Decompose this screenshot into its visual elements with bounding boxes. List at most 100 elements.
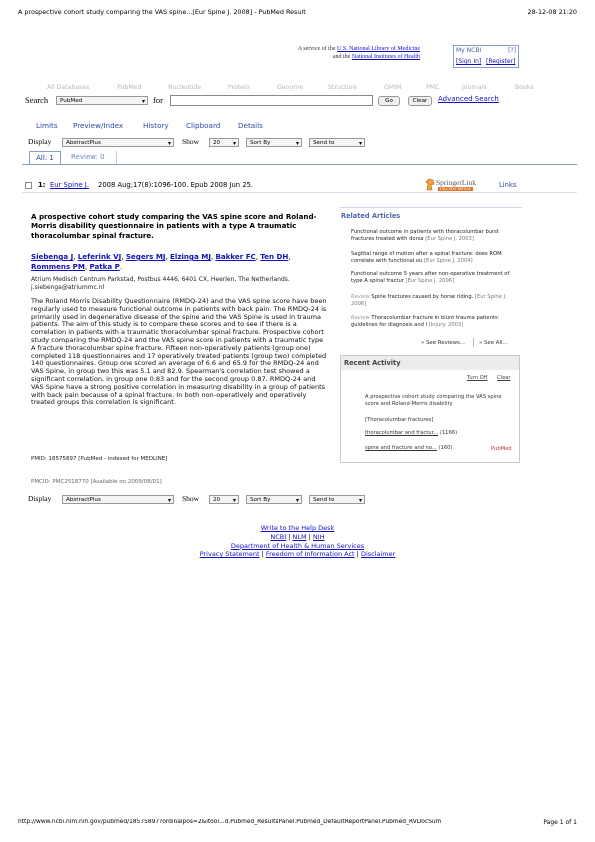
- related-articles-panel: Related Articles Functional outcome in p…: [340, 207, 522, 352]
- register-link[interactable]: [Register]: [486, 58, 515, 65]
- foia-link[interactable]: Freedom of Information Act: [266, 550, 355, 558]
- db-tab-omim[interactable]: OMIM: [384, 84, 401, 91]
- related-article-item[interactable]: Review Thoracolumbar fracture in blunt t…: [351, 315, 517, 328]
- show-label-bottom: Show: [182, 494, 200, 503]
- recent-activity-panel: Recent Activity Turn Off Clear A prospec…: [340, 355, 520, 463]
- search-label: Search: [25, 95, 49, 105]
- db-tab-structure[interactable]: Structure: [328, 84, 357, 91]
- recent-query-entry[interactable]: spine and fracture and no... (160): [365, 445, 452, 451]
- db-tab-all[interactable]: All Databases: [47, 84, 89, 91]
- print-footer-page: Page 1 of 1: [543, 819, 577, 826]
- tab-clipboard[interactable]: Clipboard: [186, 121, 220, 130]
- advanced-search-link[interactable]: Advanced Search: [438, 95, 499, 103]
- sort-by-select[interactable]: Sort By: [246, 138, 302, 148]
- recent-article-entry[interactable]: A prospective cohort study comparing the…: [365, 394, 515, 408]
- show-count-select-bottom[interactable]: 20: [209, 495, 239, 505]
- author-link[interactable]: Rommens PM: [31, 262, 85, 271]
- print-header-datetime: 28-12-08 21:20: [527, 8, 577, 16]
- related-article-item[interactable]: Sagittal range of motion after a spinal …: [351, 251, 517, 264]
- display-format-select[interactable]: AbstractPlus: [62, 138, 174, 148]
- database-select[interactable]: PubMed: [56, 96, 148, 106]
- display-label-bottom: Display: [28, 494, 52, 503]
- links-link[interactable]: Links: [499, 181, 516, 189]
- tab-review-results[interactable]: Review: 0: [65, 151, 117, 164]
- author-link[interactable]: Ten DH: [260, 252, 288, 261]
- db-tab-pubmed[interactable]: PubMed: [117, 84, 142, 91]
- tab-history[interactable]: History: [143, 121, 169, 130]
- author-list: Siebenga J, Leferink VJ, Segers MJ, Elzi…: [31, 252, 291, 271]
- go-button[interactable]: Go: [378, 96, 400, 106]
- db-tab-books[interactable]: Books: [515, 84, 534, 91]
- display-format-select-bottom[interactable]: AbstractPlus: [62, 495, 174, 505]
- myncbi-title[interactable]: My NCBI: [456, 47, 481, 54]
- author-link[interactable]: Patka P: [89, 262, 119, 271]
- search-input[interactable]: [170, 95, 373, 106]
- springerlink-button[interactable]: SpringerLink FULL-TEXT ARTICLE: [425, 178, 497, 192]
- see-reviews-link[interactable]: » See Reviews...: [421, 340, 465, 346]
- nlm-banner: A service of the U.S. National Library o…: [297, 46, 420, 60]
- db-tab-pmc[interactable]: PMC: [426, 84, 439, 91]
- nlm-link[interactable]: U.S. National Library of Medicine: [337, 46, 420, 52]
- clear-button[interactable]: Clear: [408, 96, 432, 106]
- tab-all-results[interactable]: All: 1: [29, 151, 61, 164]
- nih-footer-link[interactable]: NIH: [313, 533, 325, 541]
- springerlink-subtext: FULL-TEXT ARTICLE: [438, 187, 473, 191]
- article-title: A prospective cohort study comparing the…: [31, 212, 317, 240]
- related-article-item[interactable]: Functional outcome 5 years after non-ope…: [351, 271, 517, 284]
- author-link[interactable]: Leferink VJ: [78, 252, 122, 261]
- related-article-item[interactable]: Review Spine fractures caused by horse r…: [351, 294, 517, 307]
- author-link[interactable]: Segers MJ: [126, 252, 166, 261]
- recent-query-entry[interactable]: [Thoracolumbar fractures]: [365, 417, 433, 423]
- db-tab-nucleotide[interactable]: Nucleotide: [168, 84, 201, 91]
- dhhs-link[interactable]: Department of Health & Human Services: [231, 542, 364, 550]
- author-affiliation: Atrium Medisch Centrum Parkstad, Postbus…: [31, 276, 290, 291]
- tab-preview-index[interactable]: Preview/Index: [73, 121, 123, 130]
- ncbi-link[interactable]: NCBI: [270, 533, 286, 541]
- author-link[interactable]: Elzinga MJ: [170, 252, 211, 261]
- turn-off-link[interactable]: Turn Off: [467, 375, 487, 381]
- myncbi-help-link[interactable]: [?]: [508, 47, 516, 54]
- author-link[interactable]: Siebenga J: [31, 252, 73, 261]
- tab-details[interactable]: Details: [238, 121, 263, 130]
- print-footer-url: http://www.ncbi.nlm.nih.gov/pubmed/18575…: [18, 819, 442, 825]
- footer-links: Write to the Help Desk NCBI | NLM | NIH …: [199, 524, 396, 559]
- pmcid: PMCID: PMC2518770 [Available on 2009/08/…: [31, 479, 162, 485]
- signin-link[interactable]: [Sign In]: [456, 58, 481, 65]
- recent-db-label: PubMed: [491, 446, 512, 452]
- springerlink-logo-text: SpringerLink: [436, 178, 476, 187]
- see-links-divider: [473, 338, 474, 347]
- send-to-select-bottom[interactable]: Send to: [309, 495, 365, 505]
- springer-horse-icon: [425, 178, 435, 191]
- pmid: PMID: 18575897 [PubMed - indexed for MED…: [31, 456, 168, 462]
- review-badge: Review: [351, 294, 370, 300]
- nlm-footer-link[interactable]: NLM: [293, 533, 307, 541]
- tabs-divider: [22, 164, 577, 165]
- result-checkbox[interactable]: [25, 182, 32, 189]
- show-count-select[interactable]: 20: [209, 138, 239, 148]
- print-header-title: A prospective cohort study comparing the…: [18, 8, 306, 16]
- db-tab-genome[interactable]: Genome: [277, 84, 303, 91]
- clear-history-link[interactable]: Clear: [497, 375, 511, 381]
- disclaimer-link[interactable]: Disclaimer: [361, 550, 395, 558]
- myncbi-box: My NCBI [?] [Sign In] [Register]: [453, 45, 519, 68]
- db-tab-journals[interactable]: Journals: [462, 84, 487, 91]
- display-label: Display: [28, 137, 52, 146]
- result-number: 1:: [38, 181, 46, 189]
- search-for-label: for: [153, 95, 163, 105]
- help-desk-link[interactable]: Write to the Help Desk: [261, 524, 335, 532]
- send-to-select[interactable]: Send to: [309, 138, 365, 148]
- see-all-link[interactable]: » See All...: [479, 340, 508, 346]
- show-label: Show: [182, 137, 200, 146]
- tab-limits[interactable]: Limits: [36, 121, 58, 130]
- related-article-item[interactable]: Functional outcome in patients with thor…: [351, 229, 517, 242]
- sort-by-select-bottom[interactable]: Sort By: [246, 495, 302, 505]
- citation-details: 2008 Aug;17(8):1096-100. Epub 2008 Jun 2…: [98, 181, 254, 189]
- db-tab-protein[interactable]: Protein: [228, 84, 250, 91]
- recent-query-entry[interactable]: thoracolumbar and fractur... (1166): [365, 430, 457, 436]
- nih-link[interactable]: National Institutes of Health: [352, 54, 420, 60]
- abstract-text: The Roland Morris Disability Questionnai…: [31, 297, 327, 407]
- privacy-link[interactable]: Privacy Statement: [200, 550, 260, 558]
- author-link[interactable]: Bakker FC: [215, 252, 255, 261]
- recent-activity-title: Recent Activity: [344, 359, 401, 367]
- journal-link[interactable]: Eur Spine J.: [50, 181, 89, 189]
